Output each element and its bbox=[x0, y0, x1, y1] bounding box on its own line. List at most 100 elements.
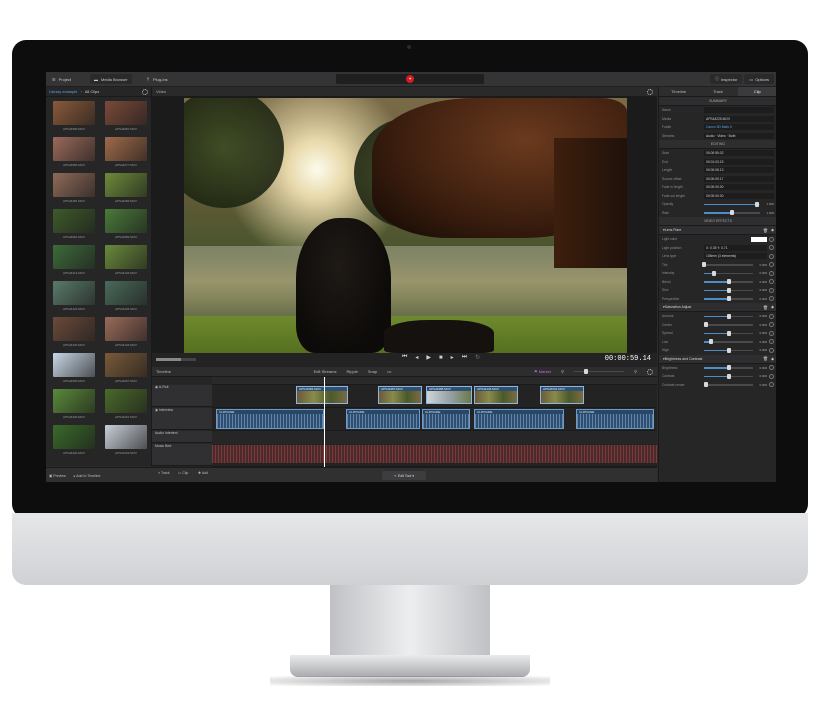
zoom-out-icon[interactable]: ⚲ bbox=[561, 369, 564, 374]
eye-icon[interactable]: ◉ bbox=[771, 357, 774, 361]
clip-item[interactable]: APS44200.MOV bbox=[50, 389, 98, 423]
clip-item[interactable]: APS44477.MOV bbox=[102, 137, 150, 171]
edit-tool-select[interactable]: ↖ Edit Tool ▾ bbox=[382, 471, 426, 480]
param-slider[interactable] bbox=[704, 313, 753, 319]
param-value[interactable]: 0.000 bbox=[753, 323, 767, 327]
marker-flag[interactable]: ⚑ Marker bbox=[534, 369, 551, 374]
clip-menu[interactable]: ▭ Clip bbox=[178, 471, 188, 475]
step-back-icon[interactable]: ◂ bbox=[415, 354, 418, 361]
play-icon[interactable]: ▶ bbox=[426, 354, 431, 361]
property-value[interactable] bbox=[704, 107, 774, 114]
add-to-timeline-button[interactable]: ▸ Add to Timeline bbox=[74, 474, 101, 478]
ripple-button[interactable]: Ripple bbox=[346, 369, 357, 374]
clip-item[interactable]: APS44201.MOV bbox=[102, 389, 150, 423]
track-header-a-roll[interactable]: ◉ A-Roll bbox=[152, 385, 212, 407]
track-header-music-bed[interactable]: Music Bed bbox=[152, 444, 212, 466]
breadcrumb-all-clips[interactable]: All Clips bbox=[85, 89, 99, 94]
clip-item[interactable]: APS44967.MOV bbox=[102, 353, 150, 387]
property-value[interactable]: APS44225.MOV bbox=[704, 115, 774, 122]
param-dropdown[interactable]: X: 0.35 Y: 0.71 bbox=[704, 244, 767, 251]
skip-forward-icon[interactable]: ⏭ bbox=[462, 354, 467, 361]
timecode-field[interactable]: 00:00:00.00 bbox=[704, 192, 774, 199]
param-slider[interactable] bbox=[704, 365, 753, 370]
param-dropdown[interactable]: 105mm (3 elements) bbox=[704, 253, 767, 260]
keyframe-icon[interactable] bbox=[769, 339, 774, 345]
param-value[interactable]: 0.000 bbox=[753, 348, 767, 352]
video-clip[interactable]: APS44001.MOV bbox=[540, 386, 584, 404]
clip-item[interactable]: APS44981.MOV bbox=[50, 209, 98, 243]
keyframe-icon[interactable] bbox=[769, 365, 774, 371]
timecode-field[interactable]: 00:00:00.00 bbox=[704, 184, 774, 191]
eye-icon[interactable]: ◉ bbox=[155, 408, 158, 412]
track-name-a-roll[interactable]: A-Roll bbox=[159, 385, 169, 389]
clip-item[interactable]: APS44202.MOV bbox=[50, 425, 98, 459]
param-slider[interactable] bbox=[704, 296, 753, 301]
clip-item[interactable]: APS44426.MOV bbox=[102, 317, 150, 351]
param-slider[interactable] bbox=[704, 322, 753, 327]
color-swatch[interactable] bbox=[751, 236, 767, 242]
timeline-settings-icon[interactable] bbox=[647, 368, 654, 375]
music-clip[interactable] bbox=[212, 445, 657, 463]
tab-inspector[interactable]: ⓘ Inspector bbox=[709, 74, 743, 84]
gear-icon[interactable] bbox=[142, 88, 148, 95]
video-clip[interactable]: APS44984.MOV bbox=[296, 386, 348, 404]
tab-track[interactable]: Track bbox=[698, 87, 737, 96]
param-value[interactable]: 0.000 bbox=[753, 280, 767, 284]
track-header-interview[interactable]: ◉ Interview bbox=[152, 408, 212, 430]
opacity-value[interactable]: 1.000 bbox=[760, 202, 774, 206]
audio-clip[interactable]: CLIPNAME bbox=[576, 409, 654, 429]
param-value[interactable]: 0.000 bbox=[753, 288, 767, 292]
opacity-slider[interactable] bbox=[704, 201, 760, 207]
param-slider[interactable] bbox=[704, 382, 753, 387]
clip-item[interactable]: APS44000.MOV bbox=[50, 353, 98, 387]
param-slider[interactable] bbox=[704, 347, 753, 353]
slider-knob[interactable] bbox=[726, 347, 731, 353]
clip-item[interactable]: APS44430.MOV bbox=[50, 317, 98, 351]
breadcrumb-library[interactable]: Library example bbox=[49, 89, 77, 94]
slider-knob[interactable] bbox=[726, 296, 731, 301]
tab-clip[interactable]: Clip bbox=[737, 87, 776, 96]
tab-media-browser[interactable]: ▬ Media Browser bbox=[90, 74, 132, 84]
param-slider[interactable] bbox=[704, 279, 753, 284]
slider-knob[interactable] bbox=[726, 313, 731, 319]
audio-clip[interactable]: CLIPNAME bbox=[346, 409, 420, 429]
tab-options[interactable]: ▭ Options bbox=[744, 74, 774, 84]
keyframe-icon[interactable] bbox=[769, 262, 774, 268]
param-value[interactable]: 0.000 bbox=[753, 314, 767, 318]
keyframe-icon[interactable] bbox=[769, 287, 774, 293]
clip-item[interactable]: APS44987.MOV bbox=[102, 101, 150, 135]
slider-knob[interactable] bbox=[726, 287, 731, 293]
video-preview[interactable] bbox=[184, 98, 627, 353]
keyframe-icon[interactable] bbox=[769, 236, 774, 242]
rate-slider[interactable] bbox=[704, 210, 760, 215]
keyframe-icon[interactable] bbox=[769, 322, 774, 328]
param-slider[interactable] bbox=[704, 373, 753, 379]
track-menu[interactable]: ≡ Track bbox=[158, 471, 170, 475]
eye-icon[interactable]: ◉ bbox=[155, 385, 158, 389]
keyframe-icon[interactable] bbox=[769, 373, 774, 379]
timecode-field[interactable]: 00:00:08.13 bbox=[704, 167, 774, 174]
stop-icon[interactable]: ■ bbox=[439, 355, 443, 361]
timecode-field[interactable]: 00:01:03.15 bbox=[704, 158, 774, 165]
more-icon[interactable]: ••• bbox=[387, 369, 391, 374]
preview-button[interactable]: ▣ Preview bbox=[49, 474, 66, 478]
slider-knob[interactable] bbox=[726, 365, 731, 370]
track-name-music-bed[interactable]: Music Bed bbox=[155, 444, 171, 448]
keyframe-icon[interactable] bbox=[769, 279, 774, 285]
clip-item[interactable]: APS44980.MOV bbox=[50, 101, 98, 135]
trash-icon[interactable]: 🗑 bbox=[763, 356, 768, 361]
snap-button[interactable]: Snap bbox=[368, 369, 377, 374]
loop-icon[interactable]: ↻ bbox=[475, 354, 480, 361]
clip-item[interactable]: APS44413.MOV bbox=[50, 245, 98, 279]
param-slider[interactable] bbox=[704, 339, 753, 344]
param-slider[interactable] bbox=[704, 287, 753, 293]
audio-clip[interactable]: CLIPNAME bbox=[216, 409, 324, 429]
clip-item[interactable]: APS44482.MOV bbox=[102, 173, 150, 207]
timecode-field[interactable]: 00:00:09.17 bbox=[704, 175, 774, 182]
clip-item[interactable]: APS44481.MOV bbox=[50, 173, 98, 207]
slider-knob[interactable] bbox=[730, 210, 734, 215]
keyframe-icon[interactable] bbox=[769, 245, 774, 251]
track-name-interview[interactable]: Interview bbox=[159, 408, 173, 412]
timeline-zoom-slider[interactable] bbox=[574, 368, 625, 374]
keyframe-icon[interactable] bbox=[769, 382, 774, 388]
